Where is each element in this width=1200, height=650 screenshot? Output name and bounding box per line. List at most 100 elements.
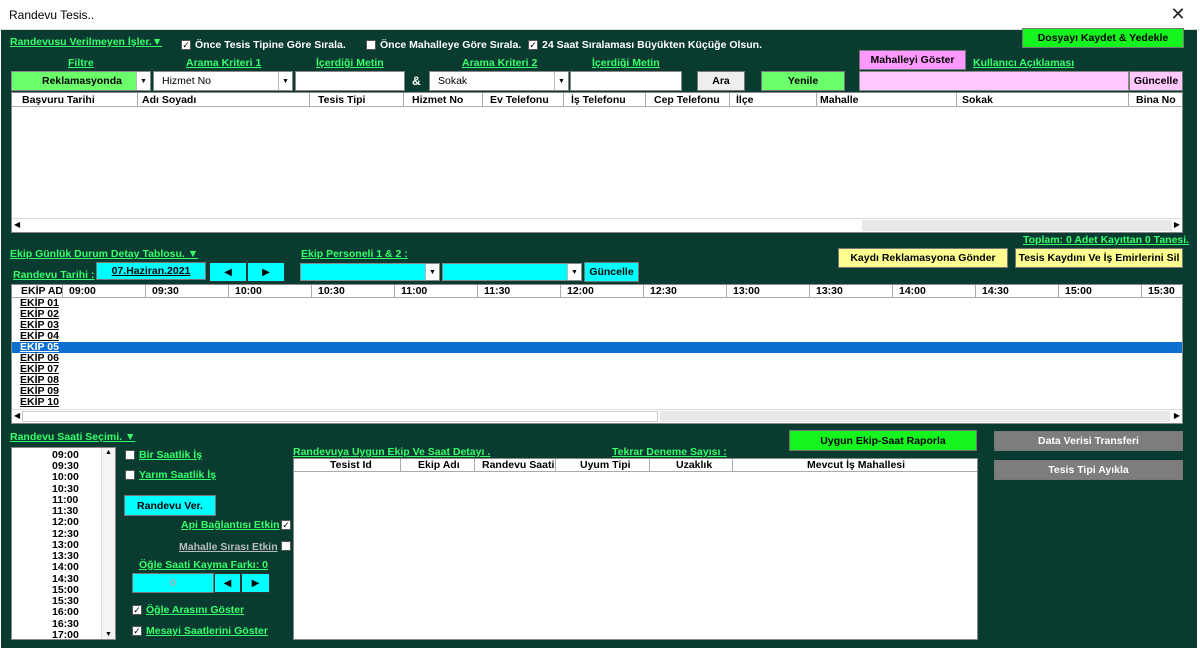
team-row[interactable]: EKİP 10	[20, 396, 59, 408]
criteria1-label: Arama Kriteri 1	[186, 57, 262, 69]
scroll-track[interactable]	[660, 411, 1170, 422]
arrow-up-icon[interactable]: ▲	[105, 449, 112, 456]
time-header: 12:00	[567, 285, 594, 297]
suitable-team-table[interactable]: Tesist Id Ekip Adı Randevu Saati Uyum Ti…	[293, 458, 978, 640]
show-hours-checkbox[interactable]: ✓	[132, 626, 142, 636]
filter-label: Filtre	[68, 57, 94, 69]
arrow-right-icon[interactable]: ▶	[1174, 411, 1180, 420]
update-note-button[interactable]: Güncelle	[1129, 71, 1183, 91]
col-header: Uyum Tipi	[580, 459, 631, 471]
show-lunch-label: Öğle Arasını Göster	[146, 604, 245, 616]
time-list[interactable]: 09:00 09:30 10:00 10:30 11:00 11:30 12:0…	[11, 447, 116, 641]
pending-jobs-label[interactable]: Randevusu Verilmeyen İşler.▼	[10, 36, 162, 48]
col-header: Mevcut İş Mahallesi	[807, 459, 906, 471]
arrow-down-icon[interactable]: ▼	[105, 631, 112, 638]
selected-team-row[interactable]: EKİP 05	[12, 341, 1182, 353]
one-hour-checkbox[interactable]	[125, 450, 135, 460]
sort-by-neighborhood-checkbox[interactable]	[366, 40, 376, 50]
appointment-time-label[interactable]: Randevu Saati Seçimi. ▼	[10, 431, 135, 443]
sort-by-neighborhood-label: Önce Mahalleye Göre Sırala.	[380, 39, 522, 51]
neighborhood-order-checkbox[interactable]	[281, 541, 291, 551]
show-neighborhood-button[interactable]: Mahalleyi Göster	[859, 50, 966, 70]
team-daily-status-label[interactable]: Ekip Günlük Durum Detay Tablosu. ▼	[10, 248, 198, 260]
arrow-right-icon: ▶	[251, 577, 260, 589]
update-personnel-button[interactable]: Güncelle	[584, 262, 639, 282]
criteria1-select[interactable]: Hizmet No ▼	[153, 71, 293, 91]
chevron-down-icon: ▼	[425, 264, 439, 280]
noon-shift-increase[interactable]: ▶	[241, 573, 270, 593]
criteria2-select[interactable]: Sokak ▼	[429, 71, 569, 91]
next-date-button[interactable]: ▶	[247, 262, 285, 282]
prev-date-button[interactable]: ◀	[209, 262, 247, 282]
col-header: Hizmet No	[412, 94, 464, 106]
sort-by-type-label: Önce Tesis Tipine Göre Sırala.	[195, 39, 346, 51]
criteria2-select-value: Sokak	[438, 75, 468, 87]
time-header: 14:00	[899, 285, 926, 297]
ampersand-label: &	[412, 74, 421, 88]
search-button[interactable]: Ara	[697, 71, 745, 91]
sort-24h-label: 24 Saat Sıralaması Büyükten Küçüğe Olsun…	[542, 39, 762, 51]
time-item[interactable]: 14:00	[52, 561, 79, 573]
time-header: 11:30	[484, 285, 511, 297]
close-icon[interactable]: ✕	[1168, 4, 1188, 24]
api-label: Api Bağlantısı Etkin	[181, 519, 280, 531]
content1-label: İçerdiği Metin	[316, 57, 384, 69]
scroll-thumb[interactable]	[22, 411, 658, 422]
arrow-right-icon: ▶	[262, 266, 270, 278]
delete-facility-button[interactable]: Tesis Kaydını Ve İş Emirlerini Sil	[1015, 248, 1183, 268]
col-header: Bina No	[1136, 94, 1176, 106]
content1-input[interactable]	[295, 71, 405, 91]
half-hour-label: Yarım Saatlik İş	[139, 469, 217, 481]
user-note-label: Kullanıcı Açıklaması	[973, 57, 1075, 69]
team-personnel-label: Ekip Personeli 1 & 2 :	[301, 248, 408, 260]
date-field[interactable]: 07.Haziran.2021	[96, 262, 206, 280]
total-records-label: Toplam: 0 Adet Kayıttan 0 Tanesi.	[1023, 234, 1190, 246]
col-header: Ev Telefonu	[490, 94, 549, 106]
neighborhood-order-label: Mahalle Sırası Etkin	[179, 541, 278, 553]
team-schedule-hscrollbar[interactable]: ◀ ▶	[12, 409, 1182, 423]
sort-24h-checkbox[interactable]: ✓	[528, 40, 538, 50]
personnel1-select[interactable]: ▼	[300, 263, 440, 281]
col-header: Sokak	[962, 94, 993, 106]
suitable-team-header: Tesist Id Ekip Adı Randevu Saati Uyum Ti…	[294, 459, 977, 472]
time-list-vscrollbar[interactable]: ▲ ▼	[101, 448, 115, 639]
save-backup-button[interactable]: Dosyayı Kaydet & Yedekle	[1022, 28, 1184, 48]
noon-shift-decrease[interactable]: ◀	[214, 573, 241, 593]
one-hour-label: Bir Saatlik İş	[139, 449, 203, 461]
report-button[interactable]: Uygun Ekip-Saat Raporla	[789, 430, 977, 451]
col-header: Tesis Tipi	[318, 94, 366, 106]
col-header: Randevu Saati	[482, 459, 555, 471]
arrow-left-icon[interactable]: ◀	[14, 411, 20, 420]
data-transfer-button[interactable]: Data Verisi Transferi	[994, 431, 1183, 451]
scroll-thumb[interactable]	[862, 220, 1172, 231]
api-checkbox[interactable]: ✓	[281, 520, 291, 530]
main-panel: Randevusu Verilmeyen İşler.▼ ✓ Önce Tesi…	[1, 28, 1197, 648]
refresh-button[interactable]: Yenile	[761, 71, 845, 91]
col-header: İlçe	[736, 94, 754, 106]
chevron-down-icon: ▼	[554, 72, 568, 90]
give-appointment-button[interactable]: Randevu Ver.	[124, 495, 216, 516]
pending-jobs-hscrollbar[interactable]: ◀ ▶	[12, 218, 1182, 232]
facility-type-button[interactable]: Tesis Tipi Ayıkla	[994, 460, 1183, 480]
arrow-left-icon[interactable]: ◀	[14, 220, 20, 229]
show-lunch-checkbox[interactable]: ✓	[132, 605, 142, 615]
user-note-input[interactable]	[859, 71, 1129, 91]
chevron-down-icon: ▼	[136, 72, 150, 90]
filter-select[interactable]: Reklamasyonda ▼	[11, 71, 151, 91]
time-item[interactable]: 12:00	[52, 516, 79, 528]
half-hour-checkbox[interactable]	[125, 470, 135, 480]
arrow-right-icon[interactable]: ▶	[1174, 220, 1180, 229]
personnel2-select[interactable]: ▼	[442, 263, 582, 281]
team-schedule-table[interactable]: EKİP AD 09:00 09:30 10:00 10:30 11:00 11…	[11, 284, 1183, 424]
time-item[interactable]: 10:00	[52, 471, 79, 483]
time-item[interactable]: 17:00	[52, 629, 79, 641]
sort-by-type-checkbox[interactable]: ✓	[181, 40, 191, 50]
chevron-down-icon: ▼	[278, 72, 292, 90]
noon-shift-field[interactable]: 0	[132, 573, 214, 593]
send-complaint-button[interactable]: Kaydı Reklamasyona Gönder	[838, 248, 1008, 268]
content2-input[interactable]	[570, 71, 682, 91]
team-schedule-header: EKİP AD 09:00 09:30 10:00 10:30 11:00 11…	[12, 285, 1182, 298]
time-item[interactable]: 16:00	[52, 606, 79, 618]
pending-jobs-table[interactable]: Başvuru Tarihi Adı Soyadı Tesis Tipi Hiz…	[11, 92, 1183, 233]
col-header: Tesist Id	[330, 459, 372, 471]
